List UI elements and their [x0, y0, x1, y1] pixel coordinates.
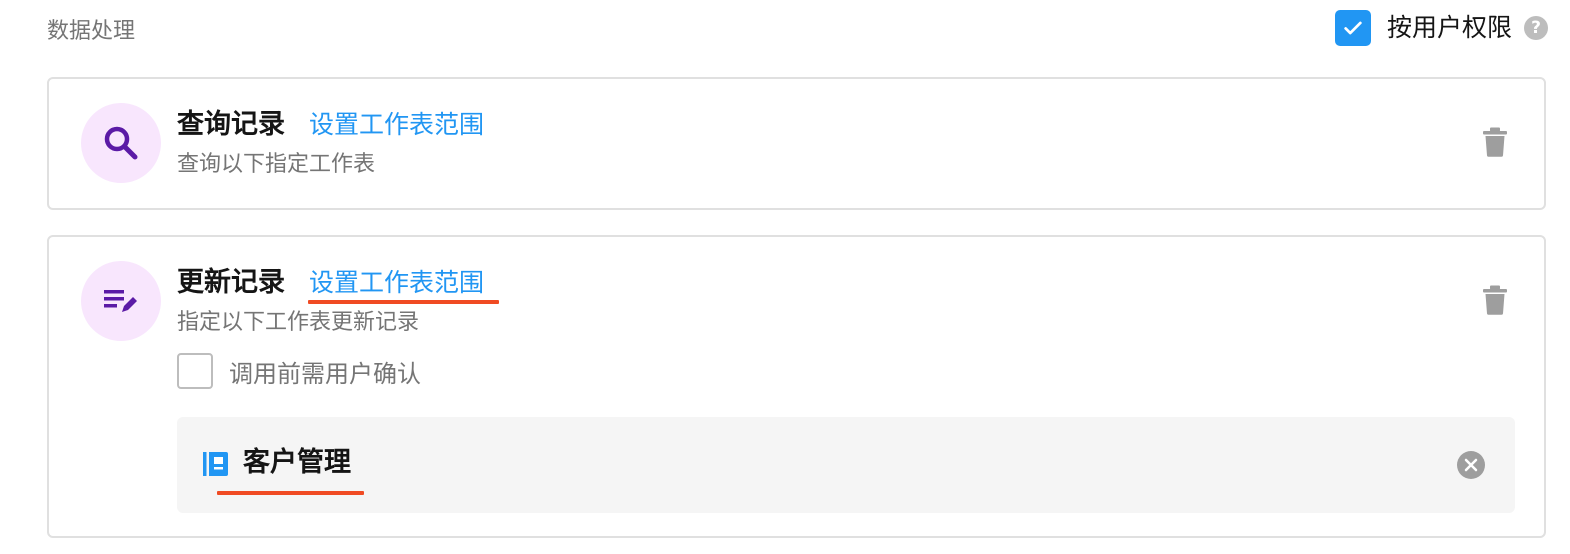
worksheet-icon [203, 452, 228, 476]
confirm-row: 调用前需用户确认 [177, 353, 421, 389]
confirm-label[interactable]: 调用前需用户确认 [229, 354, 421, 389]
annotation-underline [217, 491, 364, 495]
card-description: 查询以下指定工作表 [177, 152, 376, 177]
help-icon[interactable]: ? [1524, 16, 1548, 40]
section-title: 数据处理 [47, 19, 136, 44]
card-description: 指定以下工作表更新记录 [177, 310, 420, 335]
permission-checkbox[interactable] [1334, 10, 1371, 46]
query-avatar [81, 103, 161, 183]
check-icon [1344, 21, 1362, 35]
worksheet-item: 客户管理 [177, 417, 1515, 513]
permission-label[interactable]: 按用户权限 [1387, 10, 1512, 46]
remove-worksheet-icon[interactable] [1457, 451, 1485, 479]
edit-note-icon [104, 290, 137, 312]
set-sheet-range-link[interactable]: 设置工作表范围 [309, 107, 484, 143]
card-title: 查询记录 [177, 109, 285, 140]
delete-icon[interactable] [1482, 285, 1508, 315]
worksheet-name: 客户管理 [243, 447, 351, 478]
update-records-card: 更新记录 设置工作表范围 指定以下工作表更新记录 调用前需用户确认 客户管理 [47, 235, 1546, 538]
set-sheet-range-link[interactable]: 设置工作表范围 [309, 265, 484, 301]
annotation-underline [308, 300, 499, 304]
card-title: 更新记录 [177, 267, 285, 298]
query-records-card: 查询记录 设置工作表范围 查询以下指定工作表 [47, 77, 1546, 210]
search-icon [104, 126, 138, 160]
update-avatar [81, 261, 161, 341]
delete-icon[interactable] [1482, 127, 1508, 157]
confirm-checkbox[interactable] [177, 353, 213, 389]
permission-toggle-row: 按用户权限 ? [1334, 10, 1548, 46]
close-icon [1464, 458, 1478, 472]
